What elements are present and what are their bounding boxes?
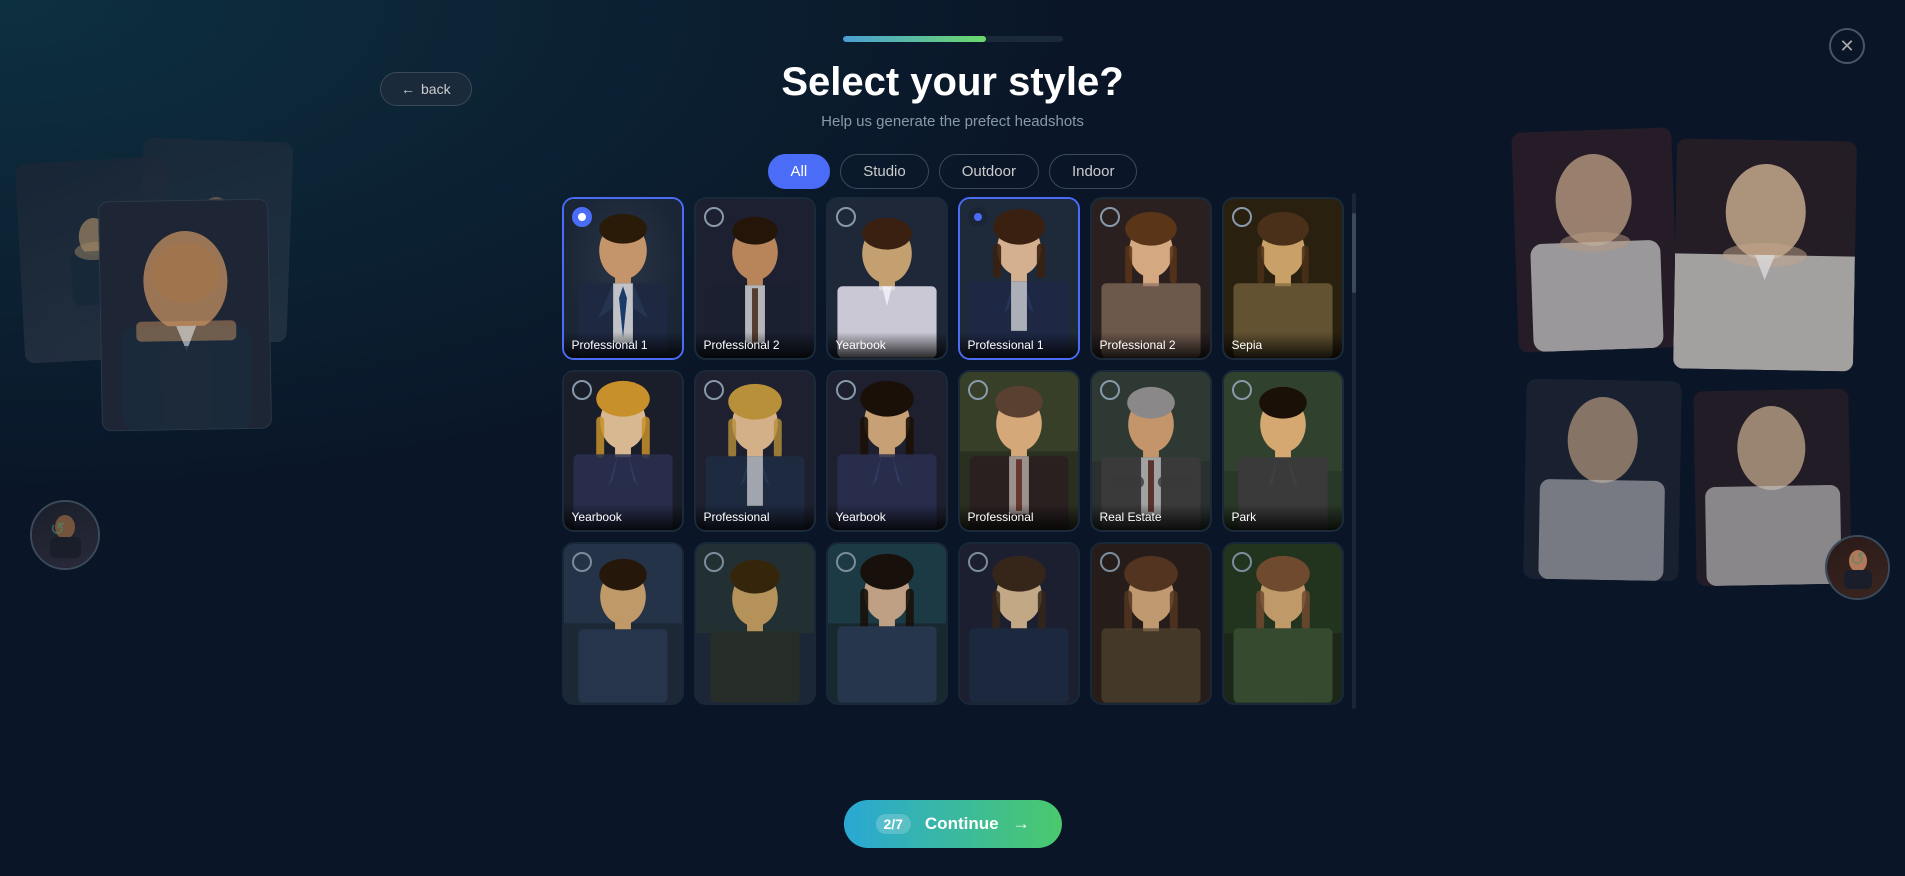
style-card-professional2-male[interactable]: Professional 2 xyxy=(694,197,816,360)
continue-button-wrapper: 2/7 Continue → xyxy=(843,800,1061,848)
style-card-row3-6[interactable] xyxy=(1222,542,1344,705)
continue-arrow-icon: → xyxy=(1013,814,1030,834)
style-card-row3-2[interactable] xyxy=(694,542,816,705)
style-card-label-1: Professional 1 xyxy=(564,332,682,358)
style-card-yearbook-female2[interactable]: Yearbook xyxy=(826,370,948,533)
radio-professional2-female[interactable] xyxy=(1100,207,1120,227)
style-card-row3-4[interactable] xyxy=(958,542,1080,705)
style-card-row3-5[interactable] xyxy=(1090,542,1212,705)
page-subtitle: Help us generate the prefect headshots xyxy=(821,113,1084,130)
style-card-yearbook-male[interactable]: Yearbook xyxy=(826,197,948,360)
filter-tab-indoor[interactable]: Indoor xyxy=(1049,154,1138,189)
back-button[interactable]: ← back xyxy=(380,72,472,106)
style-grid: Professional 1 Professional 2 xyxy=(558,193,1348,709)
style-card-label-5: Professional 2 xyxy=(1092,332,1210,358)
left-decorative-photos: ↺ xyxy=(20,140,360,600)
radio-row3-5[interactable] xyxy=(1100,552,1120,572)
filter-tab-outdoor[interactable]: Outdoor xyxy=(939,154,1039,189)
radio-park[interactable] xyxy=(1232,380,1252,400)
style-card-label-12: Park xyxy=(1224,504,1342,530)
radio-professional1-male[interactable] xyxy=(572,207,592,227)
style-card-label-10: Professional xyxy=(960,504,1078,530)
radio-professional-female1[interactable] xyxy=(704,380,724,400)
radio-row3-6[interactable] xyxy=(1232,552,1252,572)
style-card-professional1-female[interactable]: Professional 1 xyxy=(958,197,1080,360)
style-card-professional-male-outdoor[interactable]: Professional xyxy=(958,370,1080,533)
style-card-park[interactable]: Park xyxy=(1222,370,1344,533)
radio-row3-2[interactable] xyxy=(704,552,724,572)
style-card-row3-3[interactable] xyxy=(826,542,948,705)
radio-professional-male-outdoor[interactable] xyxy=(968,380,988,400)
style-card-professional1-male[interactable]: Professional 1 xyxy=(562,197,684,360)
filter-tab-all[interactable]: All xyxy=(768,154,831,189)
radio-row3-4[interactable] xyxy=(968,552,988,572)
back-arrow-icon: ← xyxy=(401,81,415,97)
style-card-professional-female1[interactable]: Professional xyxy=(694,370,816,533)
close-button[interactable]: ✕ xyxy=(1829,28,1865,64)
style-card-label-9: Yearbook xyxy=(828,504,946,530)
style-card-row3-1[interactable] xyxy=(562,542,684,705)
style-card-professional2-female[interactable]: Professional 2 xyxy=(1090,197,1212,360)
continue-button[interactable]: 2/7 Continue → xyxy=(843,800,1061,848)
radio-professional1-female[interactable] xyxy=(968,207,988,227)
continue-label: Continue xyxy=(925,814,999,834)
style-card-real-estate[interactable]: Real Estate xyxy=(1090,370,1212,533)
progress-bar-container xyxy=(843,36,1063,42)
page-wrapper: ✕ ← back Select your style? Help us gene… xyxy=(0,0,1905,876)
style-card-label-7: Yearbook xyxy=(564,504,682,530)
style-card-yearbook-female1[interactable]: Yearbook xyxy=(562,370,684,533)
filter-tabs: All Studio Outdoor Indoor xyxy=(768,154,1138,189)
step-badge: 2/7 xyxy=(875,814,910,834)
filter-tab-studio[interactable]: Studio xyxy=(840,154,929,189)
radio-yearbook-female2[interactable] xyxy=(836,380,856,400)
style-card-label-3: Yearbook xyxy=(828,332,946,358)
style-card-label-11: Real Estate xyxy=(1092,504,1210,530)
radio-row3-1[interactable] xyxy=(572,552,592,572)
style-card-label-6: Sepia xyxy=(1224,332,1342,358)
page-title: Select your style? xyxy=(781,60,1123,105)
style-card-label-4: Professional 1 xyxy=(960,332,1078,358)
radio-row3-3[interactable] xyxy=(836,552,856,572)
right-decorative-photos: ↺ xyxy=(1515,130,1895,610)
radio-real-estate[interactable] xyxy=(1100,380,1120,400)
style-card-sepia[interactable]: Sepia xyxy=(1222,197,1344,360)
radio-professional2-male[interactable] xyxy=(704,207,724,227)
radio-yearbook-male[interactable] xyxy=(836,207,856,227)
progress-bar-fill xyxy=(843,36,986,42)
radio-yearbook-female1[interactable] xyxy=(572,380,592,400)
style-card-label-2: Professional 2 xyxy=(696,332,814,358)
radio-sepia[interactable] xyxy=(1232,207,1252,227)
style-card-label-8: Professional xyxy=(696,504,814,530)
